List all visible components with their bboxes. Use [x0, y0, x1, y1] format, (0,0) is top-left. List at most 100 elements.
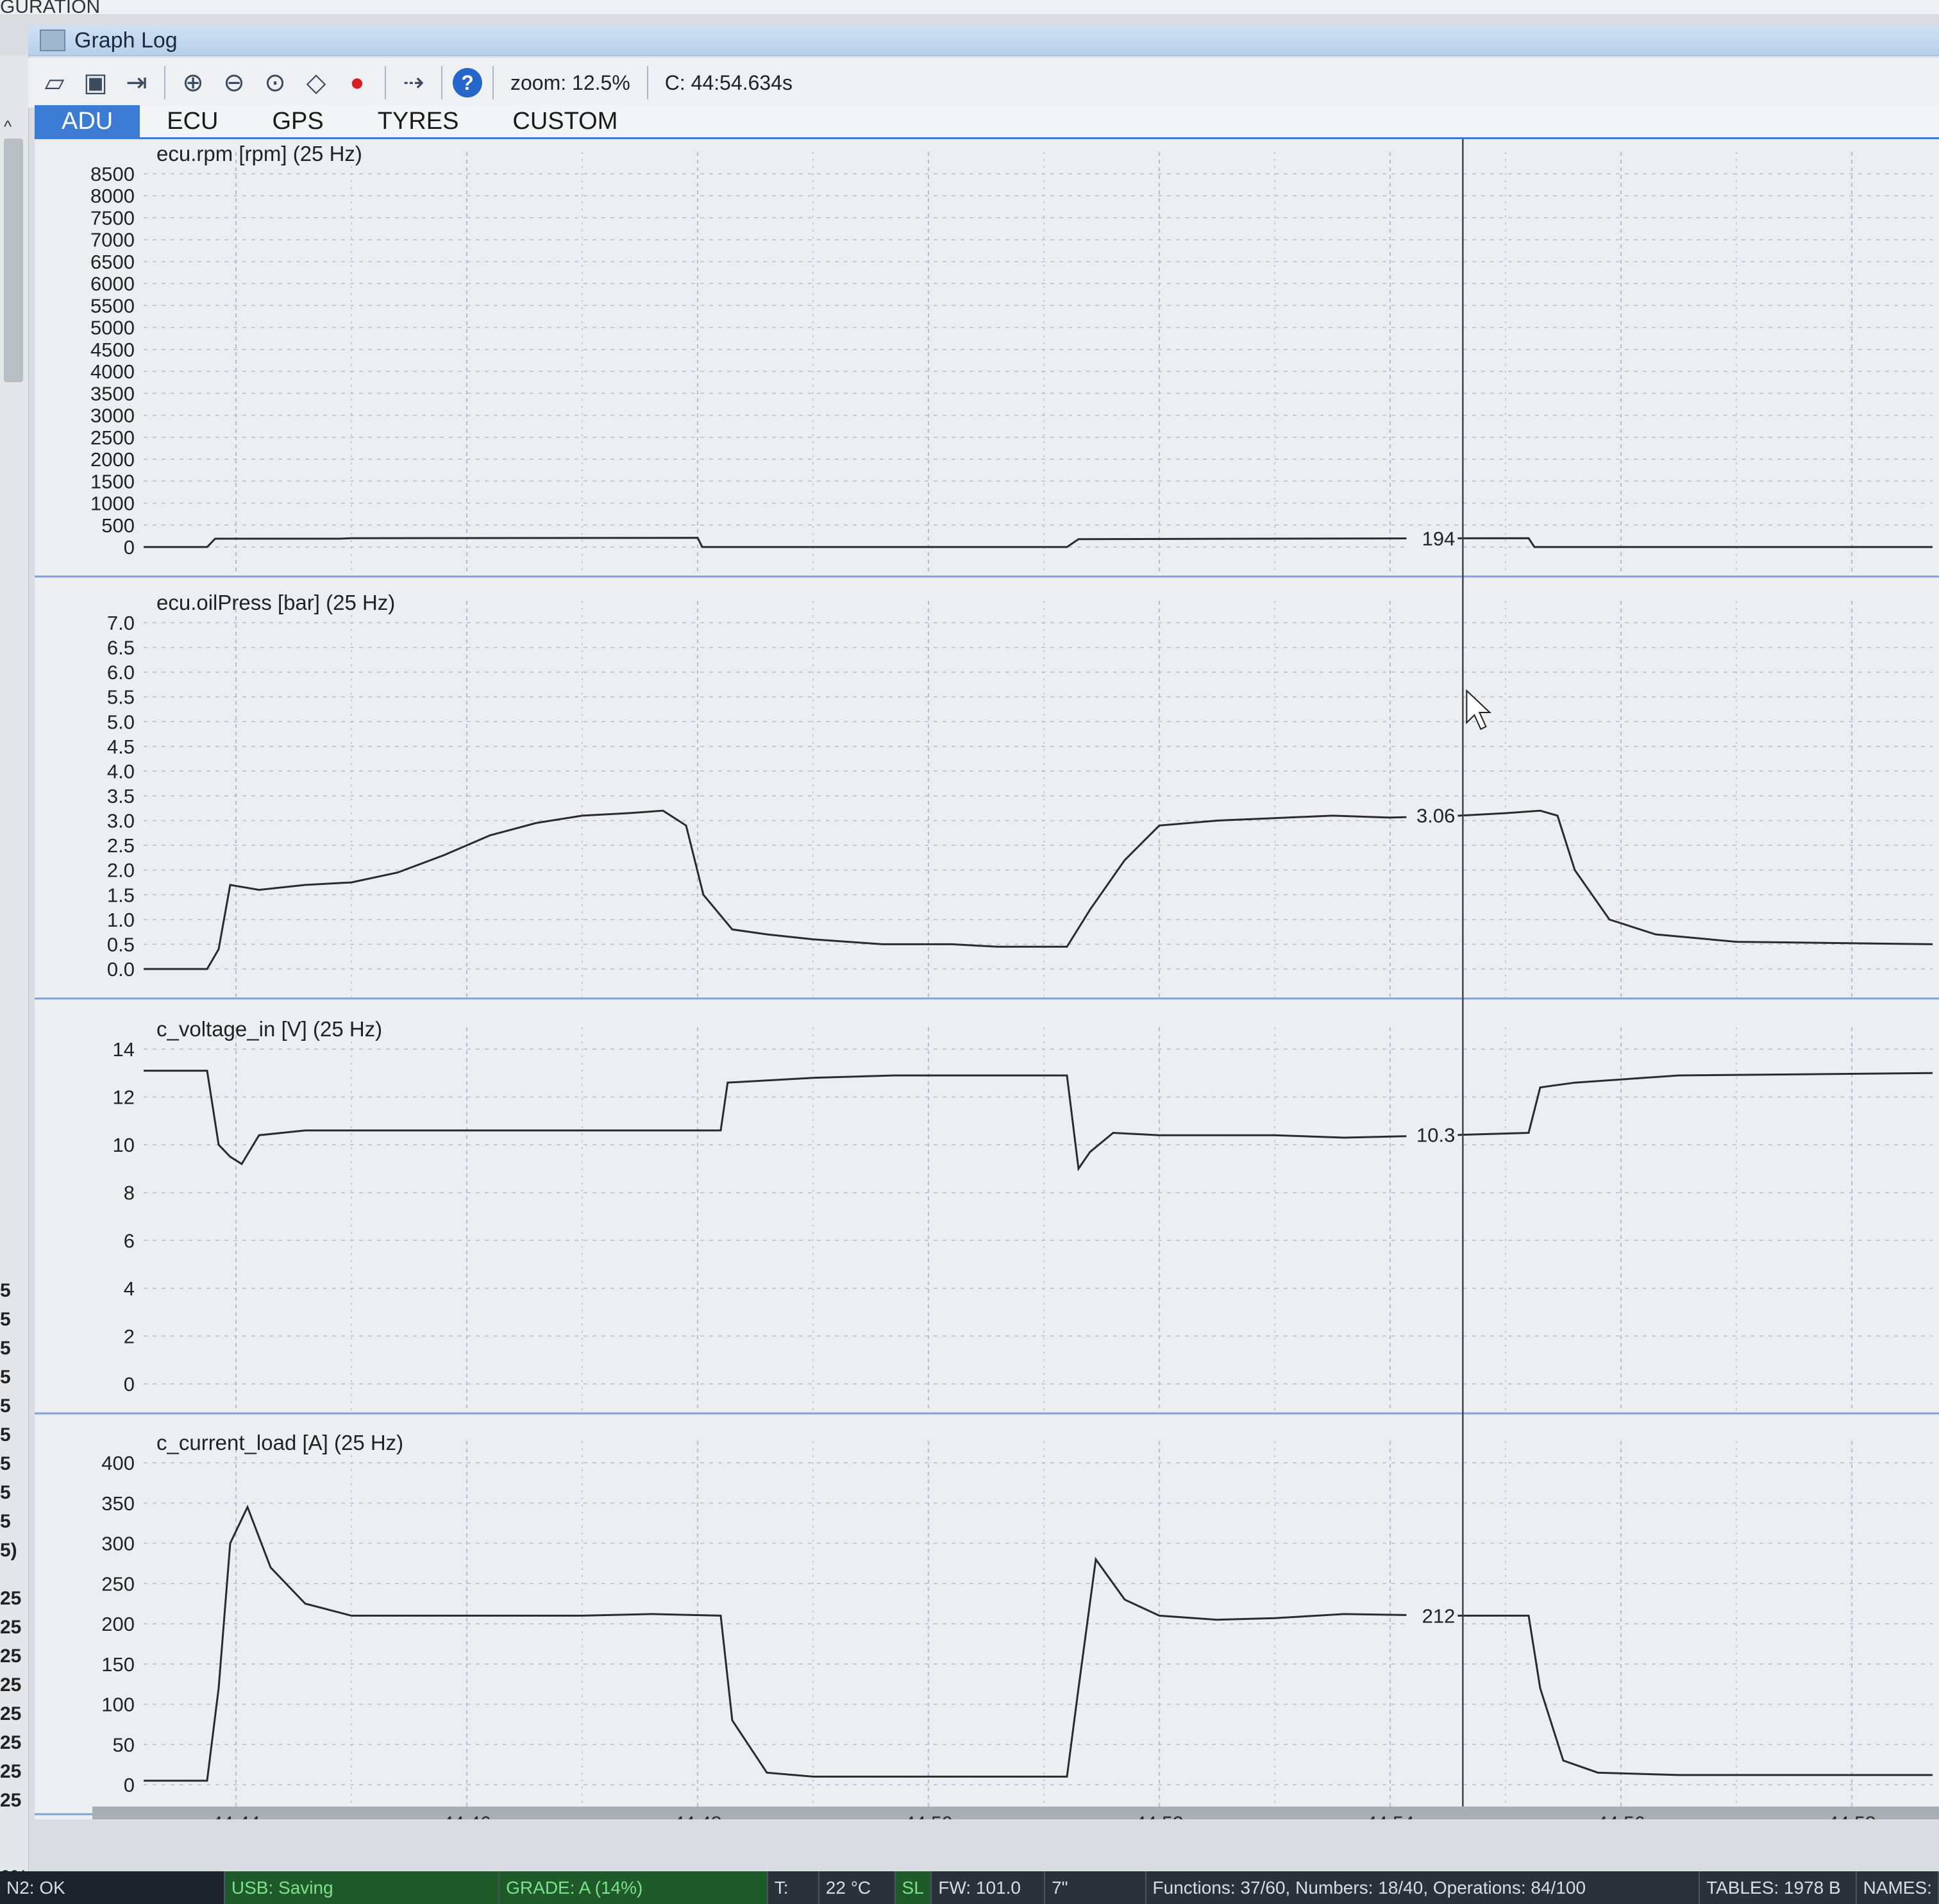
scroll-up-icon[interactable]: ^	[4, 117, 12, 137]
y-tick-label: 250	[101, 1572, 135, 1595]
y-tick-label: 3500	[90, 382, 135, 405]
y-tick-label: 300	[101, 1533, 135, 1555]
y-tick-label: 1500	[90, 470, 135, 493]
y-tick-label: 1.0	[107, 909, 135, 931]
open-folder-icon[interactable]: ▱	[37, 65, 72, 100]
y-tick-label: 5.0	[107, 711, 135, 733]
left-side-panel: ^ 5 5 5 5 5 5 5 5 5 5) 25 25 25 25 25 25…	[0, 55, 29, 1888]
temp-value: 22 °C	[819, 1871, 896, 1904]
channel-title: c_current_load [A] (25 Hz)	[156, 1431, 403, 1454]
y-tick-label: 7.0	[107, 612, 135, 634]
side-value: 25	[0, 1703, 22, 1724]
y-tick-label: 4.0	[107, 760, 135, 782]
side-value: 25	[0, 1646, 22, 1667]
can-status: N2: OK	[0, 1871, 225, 1904]
zoom-fit-icon[interactable]: ⊙	[258, 65, 292, 100]
toolbar-separator	[164, 66, 165, 99]
side-value: 25	[0, 1761, 22, 1782]
toolbar-separator	[646, 66, 648, 99]
y-tick-label: 8500	[90, 163, 135, 185]
zoom-in-icon[interactable]: ⊕	[176, 65, 210, 100]
toolbar-separator	[385, 66, 386, 99]
y-tick-label: 6500	[90, 251, 135, 273]
y-tick-label: 2.5	[107, 834, 135, 857]
tab-tyres[interactable]: TYRES	[351, 105, 486, 137]
graph-canvas[interactable]: 8500800075007000650060005500500045004000…	[35, 139, 1939, 1819]
time-tick-label: 44:54	[1366, 1813, 1414, 1819]
channel-title: c_voltage_in [V] (25 Hz)	[156, 1017, 382, 1041]
channel-title: ecu.rpm [rpm] (25 Hz)	[156, 142, 362, 165]
y-tick-label: 4000	[90, 360, 135, 383]
firmware-version: FW: 101.0	[932, 1871, 1046, 1904]
cursor-time-readout: C: 44:54.634s	[664, 71, 793, 94]
zoom-out-icon[interactable]: ⊖	[217, 65, 251, 100]
names-status: NAMES:	[1856, 1871, 1939, 1904]
tab-gps[interactable]: GPS	[245, 105, 350, 137]
side-value: 5)	[0, 1540, 17, 1561]
channel-group-tabs: ADU ECU GPS TYRES CUSTOM	[35, 105, 1939, 139]
help-icon[interactable]: ?	[453, 68, 482, 97]
sl-status: SL	[895, 1871, 932, 1904]
y-tick-label: 14	[113, 1038, 135, 1061]
time-tick-label: 44:48	[673, 1813, 721, 1819]
cursor-value-label: 194	[1422, 527, 1456, 550]
grade-status: GRADE: A (14%)	[499, 1871, 768, 1904]
time-tick-label: 44:44	[212, 1813, 260, 1819]
y-tick-label: 4	[124, 1277, 135, 1300]
y-tick-label: 150	[101, 1653, 135, 1676]
display-size: 7"	[1045, 1871, 1146, 1904]
side-value: 5	[0, 1338, 11, 1359]
side-value: 25	[0, 1732, 22, 1753]
y-tick-label: 3.5	[107, 785, 135, 807]
y-tick-label: 0	[124, 1774, 135, 1796]
y-tick-label: 2000	[90, 448, 135, 471]
mouse-pointer-icon	[1466, 689, 1491, 730]
tab-adu[interactable]: ADU	[35, 105, 140, 137]
y-tick-label: 0.0	[107, 958, 135, 981]
side-value: 5	[0, 1309, 11, 1330]
left-scrollbar-thumb[interactable]	[4, 139, 23, 382]
fit-width-icon[interactable]: ⇢	[396, 65, 431, 100]
usb-status: USB: Saving	[224, 1871, 500, 1904]
side-value: 5	[0, 1453, 11, 1474]
y-tick-label: 100	[101, 1694, 135, 1716]
y-tick-label: 50	[113, 1733, 135, 1756]
side-value: 5	[0, 1367, 11, 1388]
side-value: 25	[0, 1588, 22, 1609]
y-tick-label: 5000	[90, 317, 135, 339]
side-value: 5	[0, 1424, 11, 1445]
y-tick-label: 1.5	[107, 884, 135, 906]
tab-ecu[interactable]: ECU	[140, 105, 245, 137]
side-value: 25	[0, 1674, 22, 1696]
tab-custom[interactable]: CUSTOM	[485, 105, 644, 137]
temp-label: T:	[768, 1871, 819, 1904]
eraser-icon[interactable]: ◇	[299, 65, 333, 100]
record-icon[interactable]: ●	[340, 65, 374, 100]
side-value: 25	[0, 1617, 22, 1638]
y-tick-label: 4.5	[107, 736, 135, 758]
time-tick-label: 44:58	[1827, 1813, 1876, 1819]
y-tick-label: 7500	[90, 206, 135, 229]
series-line	[144, 1504, 1933, 1782]
graph-area[interactable]: 8500 8000 7500 7000 6500 6000 5500 5000 4500 4000…	[35, 139, 1939, 1819]
time-tick-label: 44:46	[442, 1813, 491, 1819]
y-tick-label: 1000	[90, 493, 135, 515]
cursor-value-label: 3.06	[1416, 805, 1455, 827]
time-tick-label: 44:56	[1597, 1813, 1645, 1819]
window-titlebar[interactable]: Graph Log	[28, 26, 1939, 56]
y-tick-label: 4500	[90, 339, 135, 361]
export-icon[interactable]: ⇥	[119, 65, 154, 100]
config-header-label: GURATION	[0, 0, 1939, 14]
side-value: 5	[0, 1511, 11, 1532]
y-tick-label: 12	[113, 1086, 135, 1109]
window-title: Graph Log	[74, 28, 178, 53]
y-tick-label: 6.5	[107, 637, 135, 659]
resource-usage: Functions: 37/60, Numbers: 18/40, Operat…	[1146, 1871, 1700, 1904]
tables-size: TABLES: 1978 B	[1700, 1871, 1857, 1904]
y-tick-label: 500	[101, 514, 135, 537]
status-bar: N2: OK USB: Saving GRADE: A (14%) T: 22 …	[0, 1871, 1939, 1904]
y-tick-label: 350	[101, 1492, 135, 1515]
save-icon[interactable]: ▣	[78, 65, 113, 100]
cursor-value-label: 10.3	[1416, 1124, 1455, 1147]
cursor-value-label: 212	[1422, 1605, 1456, 1627]
